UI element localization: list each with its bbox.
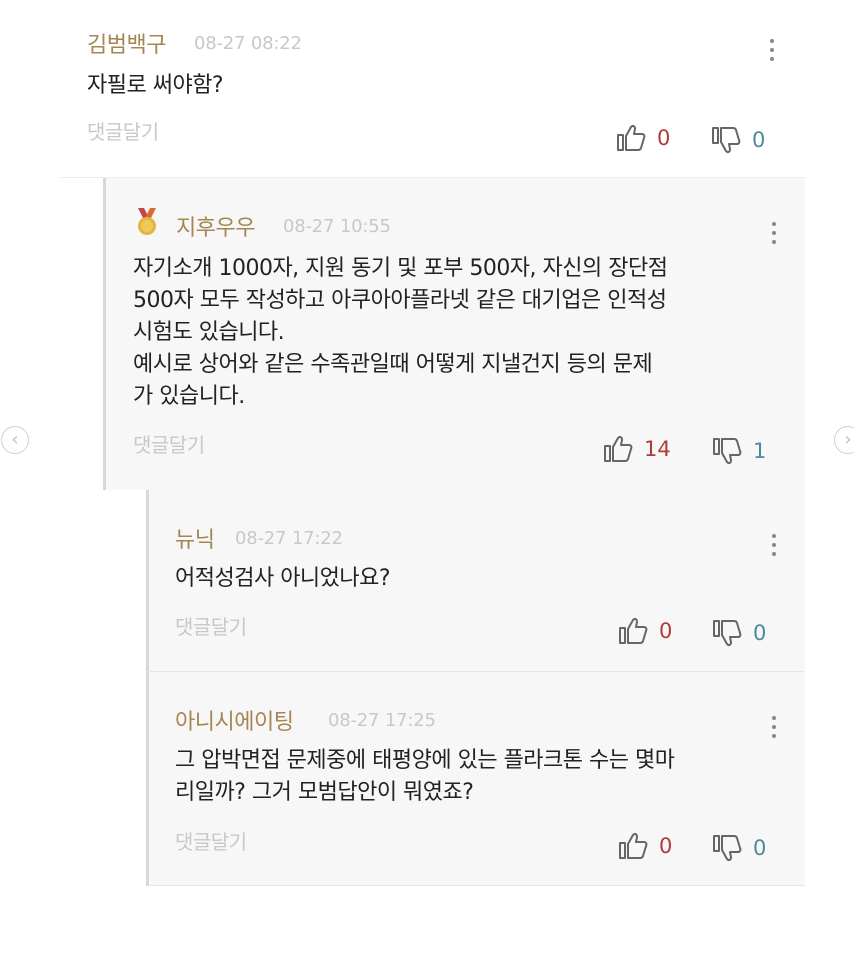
dislike-count: 0 [752, 128, 766, 152]
dislike-count: 1 [753, 439, 767, 463]
dislike-button[interactable]: 0 [711, 832, 766, 864]
comment-text: 어적성검사 아니었나요? [175, 566, 391, 591]
like-button[interactable]: 0 [615, 122, 670, 154]
comment-text: 자필로 써야함? [87, 73, 224, 98]
prev-arrow-icon[interactable]: ‹ [1, 426, 29, 454]
like-count: 0 [657, 126, 671, 150]
comment-timestamp: 08-27 08:22 [194, 33, 302, 54]
dislike-button[interactable]: 1 [711, 435, 766, 467]
comment-text: 자기소개 1000자, 지원 동기 및 포부 500자, 자신의 장단점 500… [133, 256, 668, 409]
thumbs-down-icon [712, 127, 741, 154]
like-button[interactable]: 14 [602, 433, 671, 465]
thumbs-up-icon [619, 617, 648, 644]
comment-author[interactable]: 김범백구 [87, 27, 166, 59]
thumbs-down-icon [713, 835, 742, 862]
like-count: 0 [659, 619, 673, 643]
reply-button[interactable]: 댓글달기 [175, 826, 247, 855]
comment-thread: 김범백구 08-27 08:22 자필로 써야함? 댓글달기 0 0 지후우우 … [0, 0, 854, 960]
comment-timestamp: 08-27 17:22 [235, 528, 343, 549]
dislike-count: 0 [753, 621, 767, 645]
reply-button[interactable]: 댓글달기 [133, 429, 205, 458]
like-count: 0 [659, 834, 673, 858]
reply-comment: 뉴닉 08-27 17:22 어적성검사 아니었나요? 댓글달기 0 0 [146, 490, 805, 672]
thumbs-up-icon [619, 832, 648, 859]
more-options-icon[interactable] [767, 532, 781, 558]
reply-button[interactable]: 댓글달기 [175, 611, 247, 640]
thumbs-down-icon [713, 438, 742, 465]
comment: 김범백구 08-27 08:22 자필로 써야함? 댓글달기 0 0 [60, 0, 805, 178]
dislike-count: 0 [753, 836, 767, 860]
comment-timestamp: 08-27 17:25 [328, 710, 436, 731]
more-options-icon[interactable] [767, 714, 781, 740]
comment-author[interactable]: 뉴닉 [175, 522, 215, 554]
thumbs-up-icon [604, 435, 633, 462]
reply-comment: 지후우우 08-27 10:55 자기소개 1000자, 지원 동기 및 포부 … [103, 178, 805, 490]
medal-icon [138, 208, 156, 235]
like-button[interactable]: 0 [617, 830, 672, 862]
thumbs-up-icon [617, 124, 646, 151]
next-arrow-icon[interactable]: › [834, 426, 854, 454]
comment-text: 그 압박면접 문제중에 태평양에 있는 플라크톤 수는 몇마 리일까? 그거 모… [175, 748, 675, 805]
thumbs-down-icon [713, 620, 742, 647]
comment-author[interactable]: 아니시에이팅 [175, 704, 294, 736]
comment-author[interactable]: 지후우우 [176, 210, 255, 242]
dislike-button[interactable]: 0 [710, 124, 765, 156]
more-options-icon[interactable] [765, 37, 779, 63]
like-button[interactable]: 0 [617, 615, 672, 647]
like-count: 14 [644, 437, 671, 461]
comment-timestamp: 08-27 10:55 [283, 216, 391, 237]
reply-button[interactable]: 댓글달기 [87, 116, 159, 145]
reply-comment: 아니시에이팅 08-27 17:25 그 압박면접 문제중에 태평양에 있는 플… [146, 672, 805, 886]
more-options-icon[interactable] [767, 220, 781, 246]
dislike-button[interactable]: 0 [711, 617, 766, 649]
